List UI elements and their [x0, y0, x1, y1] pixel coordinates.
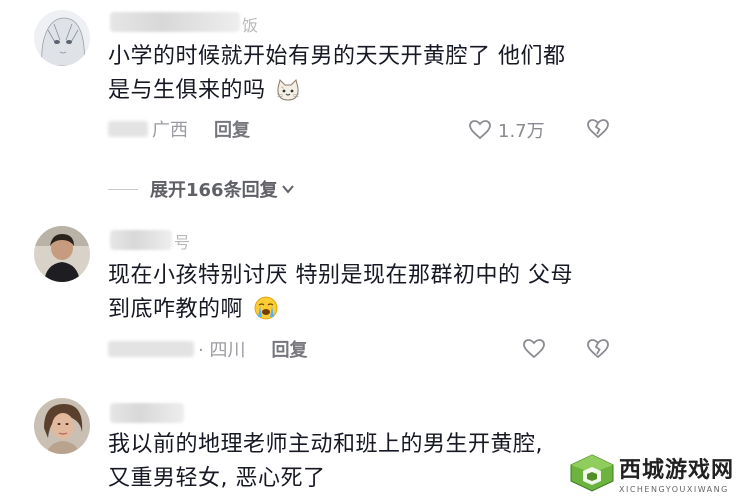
username-suffix: 号 — [174, 233, 191, 252]
location: 广西 — [152, 120, 188, 141]
like-button[interactable]: 1.7万 — [468, 117, 545, 143]
dislike-button[interactable] — [586, 117, 610, 145]
comment-text: 现在小孩特别讨厌 特别是现在那群初中的 父母 到底咋教的啊 — [108, 259, 628, 332]
crying-face-emoji — [253, 295, 279, 332]
username-blurred[interactable] — [110, 403, 184, 423]
divider-line — [108, 188, 138, 190]
comment-meta: 广西 回复 — [108, 117, 250, 141]
comment-meta: · 四川 回复 — [108, 337, 307, 361]
location: · 四川 — [198, 340, 246, 361]
watermark-subtitle: XICHENGYOUXIWANG — [618, 485, 729, 494]
username-blurred[interactable] — [110, 12, 240, 32]
date-blurred — [108, 341, 194, 357]
dislike-button[interactable] — [586, 337, 610, 365]
comment-text: 小学的时候就开始有男的天天开黄腔了 他们都 是与生俱来的吗 — [108, 40, 628, 113]
like-button[interactable] — [522, 337, 546, 361]
broken-heart-icon — [587, 339, 609, 359]
chevron-down-icon — [281, 185, 294, 194]
watermark-title: 西城游戏网 — [618, 458, 734, 483]
comment-text: 我以前的地理老师主动和班上的男生开黄腔, 又重男轻女, 恶心死了 — [108, 432, 543, 491]
xicheng-logo-icon — [570, 454, 614, 492]
broken-heart-icon — [587, 119, 609, 139]
date-blurred — [108, 121, 148, 137]
watermark-text: 西城游戏网 XICHENGYOUXIWANG — [619, 452, 734, 494]
username-blurred[interactable] — [110, 230, 172, 250]
like-count: 1.7万 — [498, 121, 545, 142]
heart-icon — [523, 339, 545, 359]
heart-icon — [469, 120, 491, 140]
watermark: 西城游戏网 XICHENGYOUXIWANG — [569, 452, 734, 494]
avatar-anime[interactable] — [34, 10, 90, 66]
expand-replies-button[interactable]: 展开166条回复 — [108, 176, 296, 202]
avatar-photo[interactable] — [34, 226, 90, 282]
reply-button[interactable]: 回复 — [271, 336, 307, 362]
avatar-photo[interactable] — [34, 398, 90, 454]
cat-face-emoji — [275, 78, 301, 113]
reply-button[interactable]: 回复 — [214, 116, 250, 142]
username-suffix: 饭 — [242, 16, 259, 35]
expand-replies-label: 展开166条回复 — [150, 180, 278, 201]
